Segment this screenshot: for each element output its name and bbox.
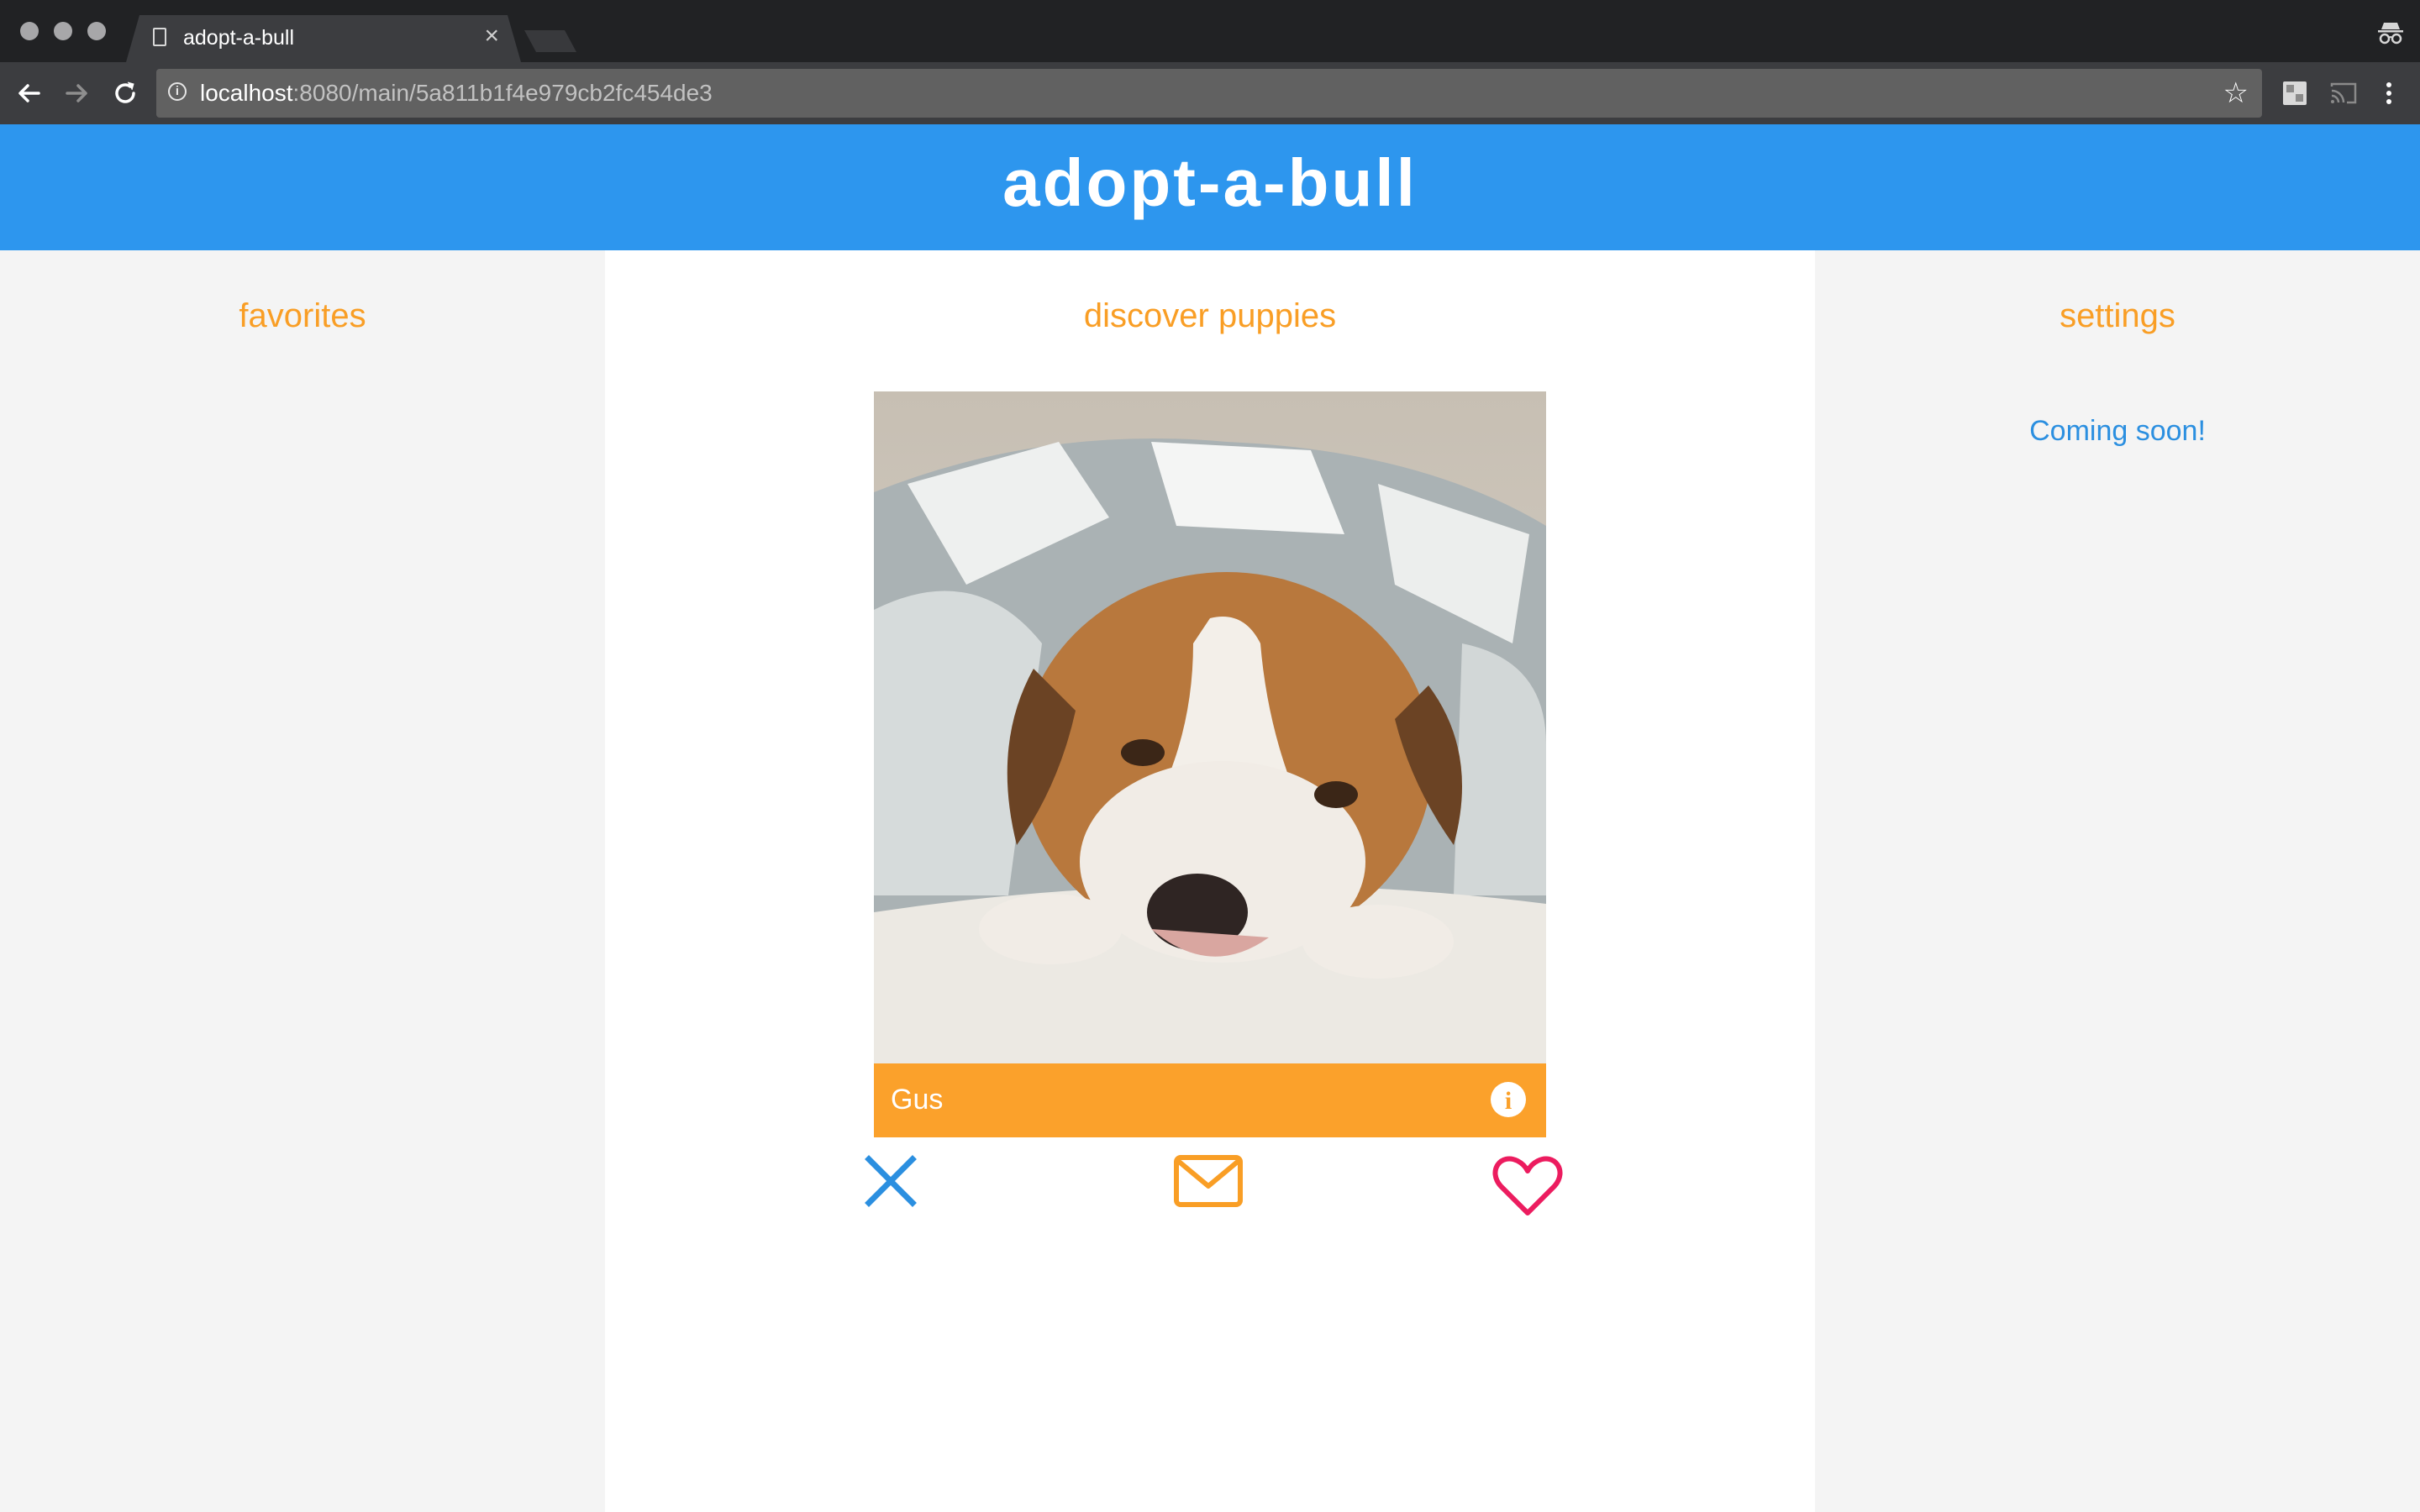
favorites-heading[interactable]: favorites: [0, 297, 605, 335]
back-arrow-icon[interactable]: [12, 76, 47, 111]
settings-heading[interactable]: settings: [1815, 297, 2420, 335]
document-icon: [153, 28, 166, 46]
puppy-card[interactable]: Gus i: [874, 391, 1546, 1137]
info-icon: i: [1504, 1087, 1512, 1115]
url-host: localhost: [200, 80, 293, 106]
site-info-icon[interactable]: i: [168, 82, 187, 101]
settings-panel: settings Coming soon!: [1815, 250, 2420, 1512]
address-bar[interactable]: i localhost:8080/main/5a811b1f4e979cb2fc…: [156, 69, 2262, 118]
app-header: adopt-a-bull: [0, 124, 2420, 250]
discover-heading: discover puppies: [1083, 297, 1337, 334]
window-close-button[interactable]: [20, 22, 39, 40]
bookmark-star-icon[interactable]: ☆: [2223, 79, 2249, 108]
coming-soon-text: Coming soon!: [2029, 415, 2206, 447]
mail-icon[interactable]: [1173, 1154, 1244, 1210]
url-path: :8080/main/5a811b1f4e979cb2fc454de3: [292, 80, 713, 106]
browser-titlebar: adopt-a-bull ×: [0, 0, 2420, 62]
brand-title: adopt-a-bull: [1002, 145, 1418, 220]
favorites-panel: favorites: [0, 250, 605, 1512]
kebab-menu-icon[interactable]: [2376, 79, 2402, 108]
card-nameplate: Gus i: [874, 1063, 1546, 1137]
tab-close-icon[interactable]: ×: [484, 24, 499, 49]
close-icon[interactable]: [864, 1154, 918, 1208]
window-minimize-button[interactable]: [54, 22, 72, 40]
incognito-icon: [2378, 23, 2403, 45]
extension-icon[interactable]: [2282, 79, 2307, 108]
url-text[interactable]: localhost:8080/main/5a811b1f4e979cb2fc45…: [200, 80, 713, 107]
browser-toolbar: i localhost:8080/main/5a811b1f4e979cb2fc…: [0, 62, 2420, 124]
dog-name: Gus: [891, 1084, 944, 1116]
info-button[interactable]: i: [1491, 1082, 1526, 1117]
tab-title: adopt-a-bull: [183, 26, 295, 50]
browser-tab[interactable]: adopt-a-bull ×: [126, 15, 521, 62]
discover-panel: discover puppies Gus i: [605, 250, 1815, 1512]
forward-arrow-icon[interactable]: [59, 76, 94, 111]
heart-icon[interactable]: [1492, 1154, 1563, 1218]
window-zoom-button[interactable]: [87, 22, 106, 40]
cast-icon[interactable]: [2329, 79, 2358, 108]
new-tab-button[interactable]: [524, 30, 576, 52]
dog-photo: [874, 391, 1546, 1063]
reload-icon[interactable]: [108, 76, 143, 111]
